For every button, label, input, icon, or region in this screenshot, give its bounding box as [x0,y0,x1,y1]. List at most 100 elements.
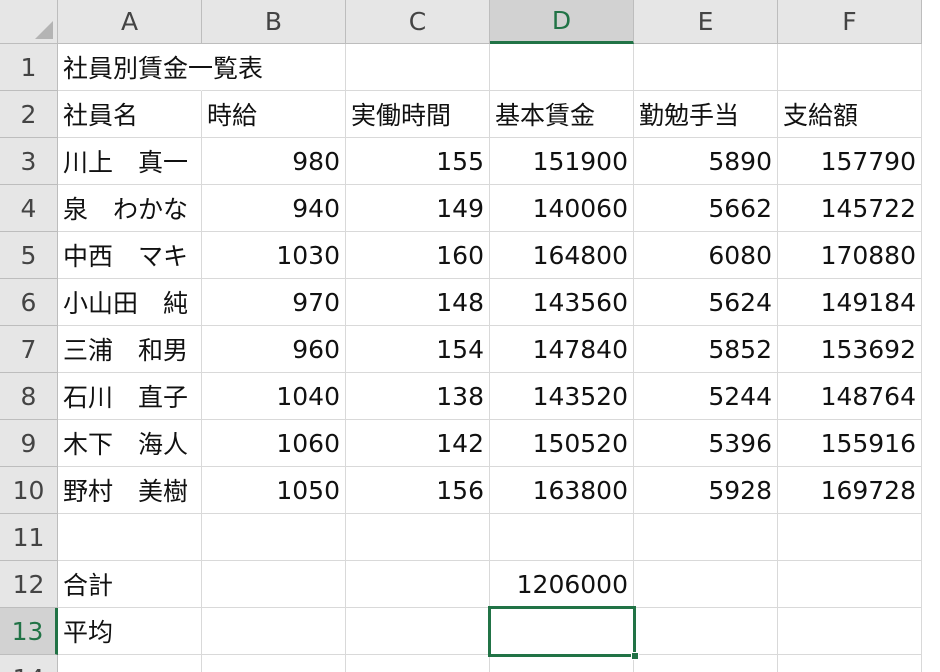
cell-b7[interactable]: 960 [202,326,346,373]
cell-e10[interactable]: 5928 [634,467,778,514]
cell-d10[interactable]: 163800 [490,467,634,514]
cell-e3[interactable]: 5890 [634,138,778,185]
cell-f5[interactable]: 170880 [778,232,922,279]
cell-e11[interactable] [634,514,778,561]
cell-d6[interactable]: 143560 [490,279,634,326]
row-header-5[interactable]: 5 [0,232,58,279]
row-header-11[interactable]: 11 [0,514,58,561]
cell-a11[interactable] [58,514,202,561]
cell-e8[interactable]: 5244 [634,373,778,420]
cell-b5[interactable]: 1030 [202,232,346,279]
cell-a7[interactable]: 三浦 和男 [58,326,202,373]
cell-f1[interactable] [778,44,922,91]
cell-c10[interactable]: 156 [346,467,490,514]
row-header-6[interactable]: 6 [0,279,58,326]
cell-b4[interactable]: 940 [202,185,346,232]
cell-e9[interactable]: 5396 [634,420,778,467]
cell-f13[interactable] [778,608,922,655]
cell-b8[interactable]: 1040 [202,373,346,420]
cell-b2[interactable]: 時給 [202,91,346,138]
cell-f11[interactable] [778,514,922,561]
cell-c9[interactable]: 142 [346,420,490,467]
cell-f7[interactable]: 153692 [778,326,922,373]
cell-e5[interactable]: 6080 [634,232,778,279]
cell-d7[interactable]: 147840 [490,326,634,373]
cell-e4[interactable]: 5662 [634,185,778,232]
cell-a6[interactable]: 小山田 純 [58,279,202,326]
cell-c14[interactable] [346,655,490,672]
cell-f6[interactable]: 149184 [778,279,922,326]
row-header-13[interactable]: 13 [0,608,58,655]
row-header-8[interactable]: 8 [0,373,58,420]
column-header-a[interactable]: A [58,0,202,44]
cell-c5[interactable]: 160 [346,232,490,279]
cell-b13[interactable] [202,608,346,655]
cell-f14[interactable] [778,655,922,672]
cell-d8[interactable]: 143520 [490,373,634,420]
cell-c8[interactable]: 138 [346,373,490,420]
cell-d11[interactable] [490,514,634,561]
cell-b9[interactable]: 1060 [202,420,346,467]
cell-f9[interactable]: 155916 [778,420,922,467]
cell-d14[interactable] [490,655,634,672]
cell-a10[interactable]: 野村 美樹 [58,467,202,514]
cell-b11[interactable] [202,514,346,561]
cell-a4[interactable]: 泉 わかな [58,185,202,232]
cell-a1[interactable]: 社員別賃金一覧表 [58,44,263,91]
fill-handle[interactable] [631,652,639,660]
row-header-14[interactable]: 14 [0,655,58,672]
cell-c11[interactable] [346,514,490,561]
cell-b3[interactable]: 980 [202,138,346,185]
cell-c7[interactable]: 154 [346,326,490,373]
row-header-7[interactable]: 7 [0,326,58,373]
cell-d13[interactable] [490,608,634,655]
cell-c12[interactable] [346,561,490,608]
cell-a5[interactable]: 中西 マキ [58,232,202,279]
cell-c6[interactable]: 148 [346,279,490,326]
column-header-d[interactable]: D [490,0,634,44]
cell-b12[interactable] [202,561,346,608]
cell-f2[interactable]: 支給額 [778,91,922,138]
cell-b10[interactable]: 1050 [202,467,346,514]
cell-b6[interactable]: 970 [202,279,346,326]
cell-a14[interactable] [58,655,202,672]
row-header-12[interactable]: 12 [0,561,58,608]
cell-f3[interactable]: 157790 [778,138,922,185]
cell-c4[interactable]: 149 [346,185,490,232]
row-header-10[interactable]: 10 [0,467,58,514]
cell-a2[interactable]: 社員名 [58,91,202,138]
column-header-e[interactable]: E [634,0,778,44]
column-header-c[interactable]: C [346,0,490,44]
select-all-corner[interactable] [0,0,58,44]
cell-d2[interactable]: 基本賃金 [490,91,634,138]
cell-d1[interactable] [490,44,634,91]
cell-e2[interactable]: 勤勉手当 [634,91,778,138]
cell-f4[interactable]: 145722 [778,185,922,232]
cell-c13[interactable] [346,608,490,655]
cell-e7[interactable]: 5852 [634,326,778,373]
cell-e12[interactable] [634,561,778,608]
cell-c3[interactable]: 155 [346,138,490,185]
cell-a3[interactable]: 川上 真一 [58,138,202,185]
cell-a8[interactable]: 石川 直子 [58,373,202,420]
row-header-4[interactable]: 4 [0,185,58,232]
cell-d12[interactable]: 1206000 [490,561,634,608]
cell-d4[interactable]: 140060 [490,185,634,232]
cell-f10[interactable]: 169728 [778,467,922,514]
cell-d3[interactable]: 151900 [490,138,634,185]
cell-d9[interactable]: 150520 [490,420,634,467]
cell-e1[interactable] [634,44,778,91]
cell-e14[interactable] [634,655,778,672]
row-header-1[interactable]: 1 [0,44,58,91]
row-header-3[interactable]: 3 [0,138,58,185]
column-header-f[interactable]: F [778,0,922,44]
cell-c1[interactable] [346,44,490,91]
cell-e6[interactable]: 5624 [634,279,778,326]
column-header-b[interactable]: B [202,0,346,44]
cell-a9[interactable]: 木下 海人 [58,420,202,467]
cell-a12[interactable]: 合計 [58,561,202,608]
cell-a13[interactable]: 平均 [58,608,202,655]
row-header-9[interactable]: 9 [0,420,58,467]
cell-f12[interactable] [778,561,922,608]
cell-e13[interactable] [634,608,778,655]
